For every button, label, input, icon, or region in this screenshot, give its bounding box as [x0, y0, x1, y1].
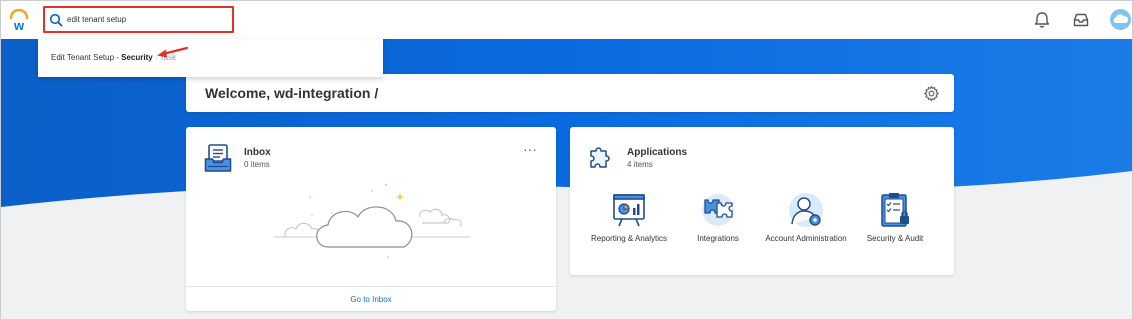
- app-security-audit[interactable]: Security & Audit: [853, 191, 937, 244]
- account-administration-icon: [789, 193, 823, 227]
- app-reporting-analytics[interactable]: Reporting & Analytics: [587, 191, 671, 244]
- inbox-tray-icon[interactable]: [1071, 10, 1091, 30]
- more-options-icon[interactable]: ···: [523, 142, 537, 156]
- red-arrow-annotation: [157, 46, 189, 58]
- integrations-icon: [702, 194, 734, 226]
- applications-title: Applications: [627, 147, 688, 158]
- inbox-stack-icon: [204, 144, 232, 172]
- search-input[interactable]: [67, 11, 227, 28]
- welcome-title: Welcome, wd-integration /: [205, 85, 379, 101]
- empty-inbox-cloud-illustration: [274, 184, 470, 258]
- cloud-avatar-icon: [1113, 14, 1129, 23]
- result-category: Security: [121, 53, 153, 62]
- app-label: Security & Audit: [866, 234, 924, 243]
- applications-count: 4 items: [627, 160, 653, 169]
- inbox-title: Inbox: [244, 147, 271, 158]
- top-bar: w: [1, 1, 1132, 39]
- reporting-analytics-icon: [613, 194, 645, 227]
- svg-text:w: w: [13, 18, 25, 31]
- inbox-footer: Go to Inbox: [186, 286, 556, 311]
- applications-card: Applications 4 items Reporting & Analyti…: [570, 127, 954, 275]
- inbox-card: Inbox 0 items ··· Go to Inbox: [186, 127, 556, 311]
- bell-icon[interactable]: [1032, 10, 1052, 30]
- security-audit-icon: [881, 193, 909, 227]
- inbox-count: 0 items: [244, 160, 270, 169]
- app-label: Integrations: [697, 234, 739, 243]
- app-integrations[interactable]: Integrations: [676, 191, 760, 244]
- search-results-dropdown: Edit Tenant Setup - Security · Task: [38, 39, 383, 77]
- welcome-card: Welcome, wd-integration /: [186, 74, 954, 112]
- gear-icon[interactable]: [923, 85, 940, 102]
- search-box[interactable]: [43, 6, 234, 33]
- puzzle-icon: [590, 147, 610, 168]
- search-icon: [49, 13, 63, 27]
- workday-logo[interactable]: w: [8, 9, 30, 31]
- app-account-administration[interactable]: Account Administration: [764, 191, 848, 244]
- result-title: Edit Tenant Setup -: [51, 53, 122, 62]
- app-label: Account Administration: [765, 234, 847, 243]
- go-to-inbox-link[interactable]: Go to Inbox: [350, 295, 391, 304]
- avatar[interactable]: [1110, 9, 1131, 30]
- app-label: Reporting & Analytics: [590, 234, 668, 243]
